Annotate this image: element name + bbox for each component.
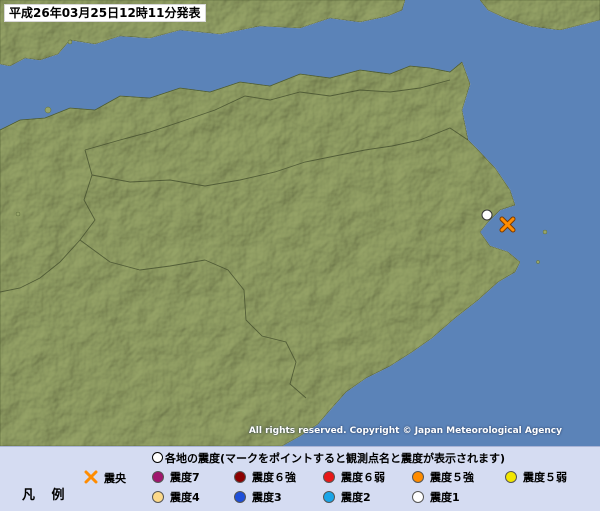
legend-item-intensity-7: 震度7 bbox=[152, 470, 200, 486]
intensity-1-dot-icon bbox=[412, 491, 424, 503]
legend-item-intensity-5-weak: 震度５弱 bbox=[505, 470, 567, 486]
legend-label: 震度６弱 bbox=[341, 471, 385, 484]
legend-label: 震度1 bbox=[430, 491, 460, 504]
station-ring-icon bbox=[152, 452, 163, 463]
legend-label: 震度2 bbox=[341, 491, 371, 504]
epicenter-cross-icon bbox=[84, 470, 98, 484]
intensity-2-dot-icon bbox=[323, 491, 335, 503]
legend-item-epicenter: 震央 bbox=[84, 470, 126, 486]
legend-label: 震度7 bbox=[170, 471, 200, 484]
legend-item-intensity-5-strong: 震度５強 bbox=[412, 470, 474, 486]
legend-label: 震度3 bbox=[252, 491, 282, 504]
legend-label: 震央 bbox=[104, 472, 126, 485]
legend-item-intensity-3: 震度3 bbox=[234, 490, 282, 506]
legend-title: 凡 例 bbox=[22, 488, 71, 503]
legend-item-intensity-2: 震度2 bbox=[323, 490, 371, 506]
intensity-6-strong-dot-icon bbox=[234, 471, 246, 483]
intensity-3-dot-icon bbox=[234, 491, 246, 503]
legend-label: 震度4 bbox=[170, 491, 200, 504]
shikoku-map bbox=[0, 0, 600, 446]
legend-label: 震度６強 bbox=[252, 471, 296, 484]
legend-label: 震度５弱 bbox=[523, 471, 567, 484]
intensity-4-dot-icon bbox=[152, 491, 164, 503]
intensity-7-dot-icon bbox=[152, 471, 164, 483]
legend-item-intensity-4: 震度4 bbox=[152, 490, 200, 506]
bulletin-title: 平成26年03月25日12時11分発表 bbox=[4, 4, 206, 22]
legend-panel: 凡 例 各地の震度(マークをポイントすると観測点名と震度が表示されます) 震央 … bbox=[0, 446, 600, 511]
legend-header-text: 各地の震度(マークをポイントすると観測点名と震度が表示されます) bbox=[165, 452, 506, 465]
intensity-5-weak-dot-icon bbox=[505, 471, 517, 483]
legend-label: 震度５強 bbox=[430, 471, 474, 484]
legend-item-intensity-6-strong: 震度６強 bbox=[234, 470, 296, 486]
intensity-6-weak-dot-icon bbox=[323, 471, 335, 483]
legend-header: 各地の震度(マークをポイントすると観測点名と震度が表示されます) bbox=[152, 450, 505, 466]
legend-item-intensity-6-weak: 震度６弱 bbox=[323, 470, 385, 486]
copyright-notice: All rights reserved. Copyright © Japan M… bbox=[248, 426, 562, 436]
legend-item-intensity-1: 震度1 bbox=[412, 490, 460, 506]
intensity-1-station-icon[interactable] bbox=[481, 209, 493, 221]
intensity-5-strong-dot-icon bbox=[412, 471, 424, 483]
